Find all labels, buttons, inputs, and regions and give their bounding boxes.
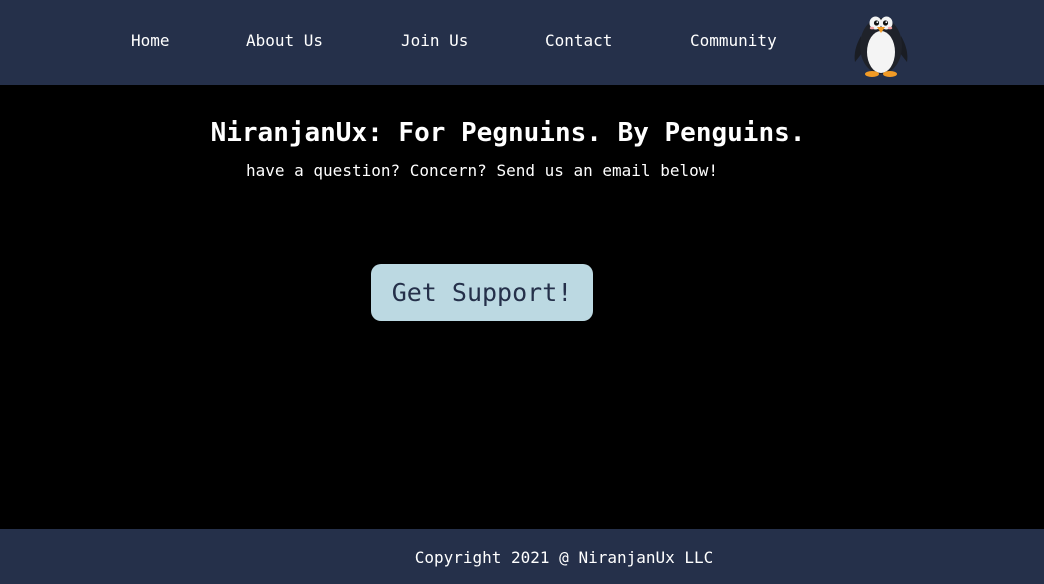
get-support-button[interactable]: Get Support!: [371, 264, 593, 321]
footer: Copyright 2021 @ NiranjanUx LLC: [0, 529, 1044, 584]
page: Home About Us Join Us Contact Community: [0, 0, 1044, 584]
penguin-logo-graphic: [854, 16, 908, 77]
nav-link-about-us[interactable]: About Us: [246, 31, 323, 50]
nav-link-contact[interactable]: Contact: [545, 31, 612, 50]
nav-link-join-us[interactable]: Join Us: [401, 31, 468, 50]
nav-link-home[interactable]: Home: [131, 31, 170, 50]
page-subtitle: have a question? Concern? Send us an ema…: [245, 161, 718, 180]
page-title: NiranjanUx: For Pegnuins. By Penguins.: [210, 118, 806, 148]
penguin-icon[interactable]: [852, 6, 910, 78]
nav-link-community[interactable]: Community: [690, 31, 777, 50]
copyright-text: Copyright 2021 @ NiranjanUx LLC: [414, 548, 714, 567]
navbar: Home About Us Join Us Contact Community: [0, 0, 1044, 85]
